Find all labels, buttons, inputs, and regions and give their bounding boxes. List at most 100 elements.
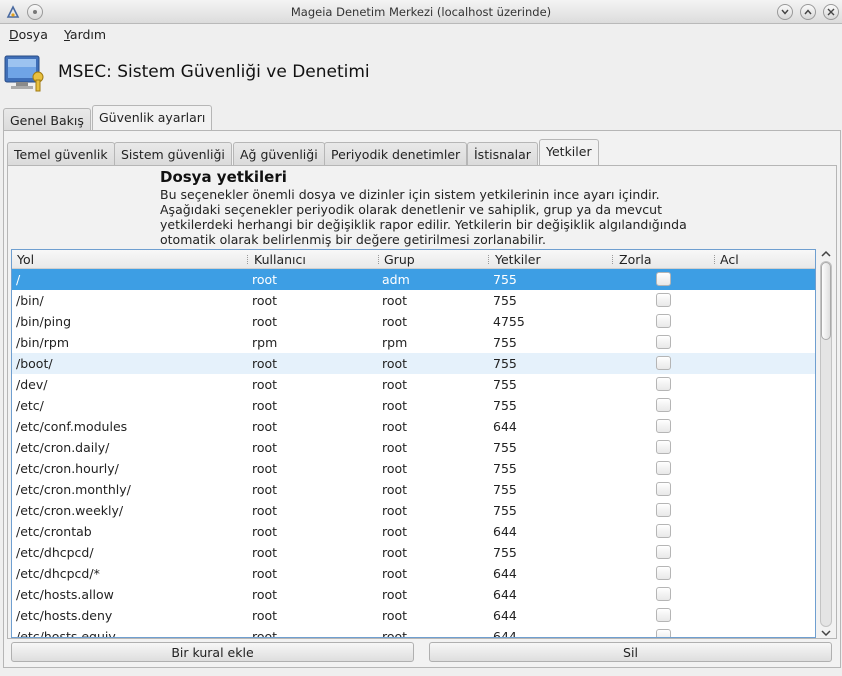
cell-group: adm — [382, 272, 410, 287]
description-line: yetkilerdeki herhangi bir değişiklik rap… — [160, 217, 687, 232]
cell-user: root — [252, 314, 278, 329]
cell-permissions: 755 — [493, 461, 517, 476]
tab-genel-bakis[interactable]: Genel Bakış — [3, 108, 91, 132]
force-checkbox[interactable] — [656, 461, 671, 475]
chevron-down-icon[interactable] — [820, 628, 832, 638]
force-checkbox[interactable] — [656, 398, 671, 412]
table-row[interactable]: /etc/cron.daily/root root 755 — [12, 437, 815, 458]
force-checkbox[interactable] — [656, 587, 671, 601]
cell-permissions: 4755 — [493, 314, 525, 329]
close-button[interactable] — [823, 4, 839, 20]
table-body: / root adm 755/bin/root root 755/bin/ping root… — [12, 269, 815, 637]
cell-group: root — [382, 419, 408, 434]
table-row[interactable]: /etc/hosts.equiv root root 644 — [12, 626, 815, 637]
chevron-up-icon[interactable] — [820, 249, 832, 259]
force-checkbox[interactable] — [656, 629, 671, 637]
scrollbar-thumb[interactable] — [821, 262, 831, 340]
tab-guvenlik-ayarlari[interactable]: Güvenlik ayarları — [92, 105, 213, 131]
cell-path: /etc/ — [16, 398, 44, 413]
add-rule-button[interactable]: Bir kural ekle — [11, 642, 414, 662]
computer-security-icon — [4, 55, 44, 92]
table-row[interactable]: /etc/dhcpcd/* root root 644 — [12, 563, 815, 584]
force-checkbox[interactable] — [656, 419, 671, 433]
maximize-button[interactable] — [800, 4, 816, 20]
force-checkbox[interactable] — [656, 293, 671, 307]
table-row[interactable]: /etc/hosts.allow root root 644 — [12, 584, 815, 605]
cell-group: root — [382, 293, 408, 308]
cell-user: root — [252, 440, 278, 455]
window-titlebar[interactable]: Mageia Denetim Merkezi (localhost üzerin… — [0, 0, 842, 24]
force-checkbox[interactable] — [656, 314, 671, 328]
cell-path: / — [16, 272, 21, 287]
cell-path: /dev/ — [16, 377, 48, 392]
description-line: Aşağıdaki seçenekler periyodik olarak de… — [160, 202, 662, 217]
force-checkbox[interactable] — [656, 272, 671, 286]
column-header-acl[interactable]: Acl — [720, 252, 739, 267]
tab-yetkiler[interactable]: Yetkiler — [539, 139, 599, 165]
cell-group: root — [382, 587, 408, 602]
force-checkbox[interactable] — [656, 566, 671, 580]
force-checkbox[interactable] — [656, 503, 671, 517]
table-row[interactable]: /etc/dhcpcd/root root 755 — [12, 542, 815, 563]
vertical-scrollbar[interactable] — [818, 249, 834, 638]
cell-path: /boot/ — [16, 356, 53, 371]
cell-user: root — [252, 608, 278, 623]
table-row[interactable]: /bin/rpm rpm rpm 755 — [12, 332, 815, 353]
minimize-button[interactable] — [777, 4, 793, 20]
cell-user: root — [252, 419, 278, 434]
column-header-kullanici[interactable]: Kullanıcı — [254, 252, 306, 267]
cell-user: root — [252, 377, 278, 392]
force-checkbox[interactable] — [656, 608, 671, 622]
force-checkbox[interactable] — [656, 440, 671, 454]
table-row[interactable]: /etc/hosts.deny root root 644 — [12, 605, 815, 626]
delete-button[interactable]: Sil — [429, 642, 832, 662]
table-row[interactable]: /bin/ping root root 4755 — [12, 311, 815, 332]
force-checkbox[interactable] — [656, 482, 671, 496]
cell-user: root — [252, 566, 278, 581]
scrollbar-track[interactable] — [820, 261, 832, 627]
force-checkbox[interactable] — [656, 545, 671, 559]
tab-sistem-guvenligi[interactable]: Sistem güvenliği — [114, 142, 232, 166]
table-header: Yol Kullanıcı Grup Yetkiler Zorla Acl — [12, 250, 815, 269]
cell-path: /etc/hosts.allow — [16, 587, 114, 602]
cell-path: /etc/cron.daily/ — [16, 440, 110, 455]
column-separator — [612, 255, 614, 264]
cell-path: /etc/dhcpcd/ — [16, 545, 94, 560]
tab-istisnalar[interactable]: İstisnalar — [467, 142, 538, 166]
force-checkbox[interactable] — [656, 335, 671, 349]
force-checkbox[interactable] — [656, 356, 671, 370]
cell-user: root — [252, 482, 278, 497]
cell-group: root — [382, 356, 408, 371]
table-row[interactable]: /etc/conf.modules root root 644 — [12, 416, 815, 437]
tab-periyodik-denetimler[interactable]: Periyodik denetimler — [324, 142, 468, 166]
cell-path: /etc/crontab — [16, 524, 92, 539]
cell-permissions: 755 — [493, 293, 517, 308]
cell-permissions: 644 — [493, 524, 517, 539]
table-row[interactable]: /etc/cron.weekly/root root 755 — [12, 500, 815, 521]
table-row[interactable]: /dev/root root 755 — [12, 374, 815, 395]
table-row[interactable]: /etc/root root 755 — [12, 395, 815, 416]
table-row[interactable]: / root adm 755 — [12, 269, 815, 290]
table-row[interactable]: /etc/cron.hourly/root root 755 — [12, 458, 815, 479]
permissions-table[interactable]: Yol Kullanıcı Grup Yetkiler Zorla Acl / r… — [11, 249, 816, 638]
cell-group: root — [382, 524, 408, 539]
table-row[interactable]: /boot/root root 755 — [12, 353, 815, 374]
menu-dosya[interactable]: Dosya — [9, 27, 48, 42]
cell-permissions: 755 — [493, 503, 517, 518]
column-header-zorla[interactable]: Zorla — [619, 252, 651, 267]
column-header-yol[interactable]: Yol — [17, 252, 34, 267]
cell-group: root — [382, 608, 408, 623]
force-checkbox[interactable] — [656, 377, 671, 391]
column-header-grup[interactable]: Grup — [384, 252, 415, 267]
table-row[interactable]: /etc/cron.monthly/root root 755 — [12, 479, 815, 500]
force-checkbox[interactable] — [656, 524, 671, 538]
tab-ag-guvenligi[interactable]: Ağ güvenliği — [233, 142, 325, 166]
column-header-yetkiler[interactable]: Yetkiler — [495, 252, 541, 267]
cell-permissions: 644 — [493, 566, 517, 581]
table-row[interactable]: /bin/root root 755 — [12, 290, 815, 311]
cell-path: /etc/hosts.deny — [16, 608, 113, 623]
table-row[interactable]: /etc/crontab root root 644 — [12, 521, 815, 542]
tab-temel-guvenlik[interactable]: Temel güvenlik — [7, 142, 115, 166]
menu-yardim[interactable]: Yardım — [64, 27, 106, 42]
cell-path: /bin/rpm — [16, 335, 70, 350]
